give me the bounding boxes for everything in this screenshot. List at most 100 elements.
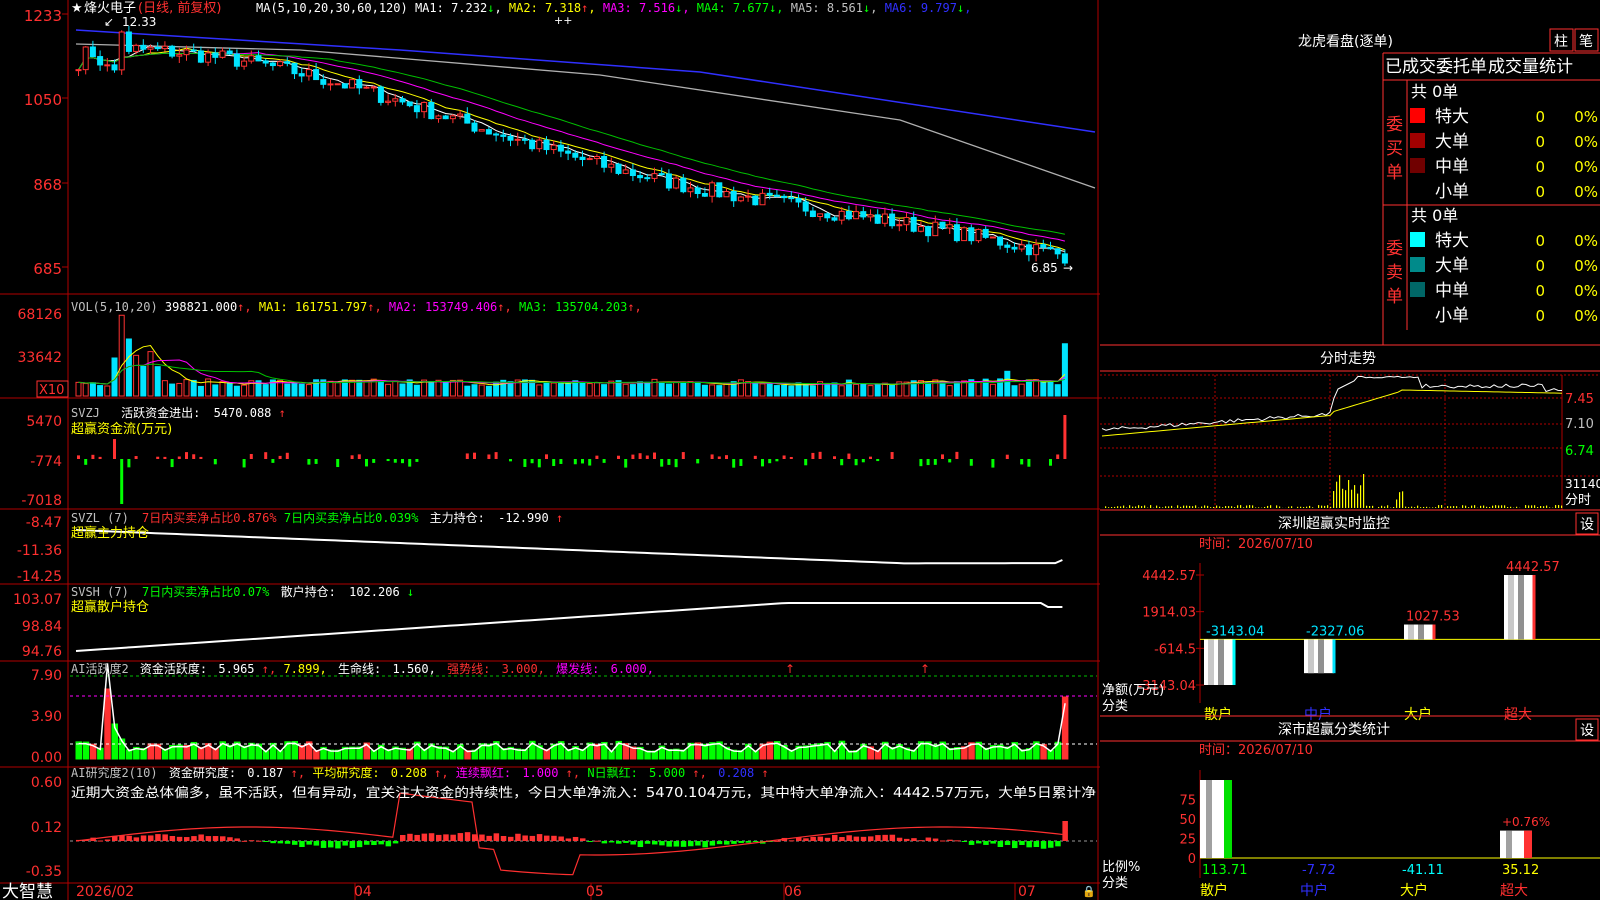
ai-activity-panel[interactable]: 7.90 3.90 0.00 AI活跃度2 资金活跃度: 5.965 ↑, 7.… [31, 661, 1097, 766]
ai-research-bar [752, 841, 759, 842]
sz-class-panel[interactable]: 深市超赢分类统计 设 时间：2026/07/10 75 50 25 0 113.71 散户… [1100, 718, 1600, 899]
intraday-volume-bar [1138, 505, 1140, 508]
side-panels[interactable]: 龙虎看盘(逐单) 柱 笔 已成交 委托单 成交量统计 委买单 委卖单 共 0单 … [1100, 0, 1600, 900]
tab-volume-stats[interactable]: 成交量统计 [1488, 57, 1573, 77]
chart-value-label: -2327.06 [1306, 624, 1364, 639]
svzj-bar [840, 459, 844, 466]
svzj-bar [926, 459, 930, 466]
order-swatch [1410, 282, 1425, 297]
intraday-volume-bar [1129, 505, 1131, 508]
intraday-volume-bar [1243, 507, 1245, 508]
xaxis-label-5: 07 [1018, 884, 1036, 900]
candle-body [169, 45, 176, 57]
price-ytick-4: 685 [33, 260, 62, 278]
intraday-volume-bar [1531, 505, 1533, 508]
main-chart-area[interactable]: 1233 1050 868 685 ★ 烽火电子 (日线, 前复权) MA(5,… [0, 0, 1100, 900]
chart-bar-shade [1518, 575, 1524, 640]
ai-research-bar [414, 834, 420, 841]
tab-traded[interactable]: 已成交 [1385, 57, 1436, 77]
order-count: 0 [1535, 183, 1545, 201]
svzj-label: 活跃资金进出: [121, 405, 200, 420]
ai-research-line [75, 792, 1063, 876]
candle-body [932, 221, 939, 237]
svzj-bar [192, 454, 196, 459]
candle-body [464, 113, 471, 124]
candle-body [874, 214, 881, 224]
lock-icon[interactable]: 🔒 [1082, 885, 1096, 898]
ma-legend-sep: , [588, 1, 595, 15]
intraday-volume-bar [1222, 507, 1224, 508]
svzl-panel[interactable]: -8.47 -11.36 -14.25 SVZL (7) 7日内买卖净占比0.8… [17, 510, 1063, 585]
ai-research-bar [558, 836, 564, 841]
ai-research-panel[interactable]: 0.60 0.12 -0.35 AI研究度2(10) 资金研究度: 0.187 … [26, 765, 1097, 880]
order-pct: 0% [1574, 108, 1598, 126]
volume-bar [478, 384, 485, 397]
sz-monitor-panel[interactable]: 深圳超赢实时监控 设 时间：2026/07/10 4442.571914.03-… [1100, 512, 1600, 723]
intraday-volume-bar [1426, 506, 1428, 508]
ai-research-bar [587, 841, 593, 843]
svzj-bar [876, 459, 880, 462]
aires-ytick-2: 0.12 [31, 820, 62, 836]
intraday-panel[interactable]: 分时走势 7.45 7.10 6.74 31140 分时 [1100, 344, 1600, 511]
chart-overlay-label: +0.76% [1502, 815, 1550, 829]
ma-legend-sep: , [776, 1, 783, 15]
volume-panel[interactable]: 68126 33642 X10 VOL(5,10,20) 398821.000↑… [17, 300, 1068, 398]
ai-research-bar [378, 841, 384, 845]
svzj-bar [674, 459, 678, 468]
svzj-bar [98, 456, 102, 459]
dragon-tiger-panel[interactable]: 龙虎看盘(逐单) 柱 笔 已成交 委托单 成交量统计 委买单 委卖单 共 0单 … [1298, 28, 1600, 345]
aiact-v1: 5.965 [218, 662, 254, 676]
svzj-bar [653, 452, 656, 459]
svzj-bar [393, 459, 397, 463]
svzj-bar [638, 453, 642, 459]
svzl-ytick-2: -11.36 [17, 543, 62, 559]
time-axis[interactable]: 大智慧 2026/02 04 05 06 07 🔒 [2, 882, 1096, 900]
intraday-volume-bar [1543, 506, 1545, 508]
aiact-t4: 爆发线: [556, 661, 599, 676]
chart-bar-shade [1218, 639, 1224, 685]
vertical-title-char: 单 [1386, 163, 1403, 183]
ai-research-bar [407, 833, 413, 841]
ai-research-bar [140, 835, 147, 841]
svzj-bar [955, 451, 959, 459]
intraday-volume-bar [1117, 506, 1119, 508]
intraday-volume-bar [1267, 505, 1269, 508]
candle-body [1004, 244, 1011, 248]
stock-mode: (日线, 前复权) [138, 0, 221, 16]
volume-bar [457, 379, 464, 397]
order-label: 特大 [1435, 107, 1469, 127]
volume-bar [233, 385, 240, 397]
price-panel[interactable]: 1233 1050 868 685 ★ 烽火电子 (日线, 前复权) MA(5,… [24, 0, 1096, 278]
dragon-title: 龙虎看盘(逐单) [1298, 33, 1393, 50]
intraday-volume-bar [1192, 506, 1194, 508]
order-count: 0 [1535, 282, 1545, 300]
candle-body [320, 79, 327, 85]
candle-body [968, 227, 975, 242]
candle-body [658, 173, 665, 176]
candle-body [485, 129, 492, 135]
svsh-panel[interactable]: 103.07 98.84 94.76 SVSH (7) 7日内买卖净占比0.07… [13, 584, 1063, 660]
volume-bar [709, 384, 716, 397]
tab-orders[interactable]: 委托单 [1436, 57, 1487, 77]
ai-activity-bar [104, 688, 111, 760]
intraday-volume-bar [1450, 506, 1452, 508]
chart-y-tick: 1914.03 [1142, 606, 1196, 621]
candle-body [399, 98, 406, 103]
aires-ytick-1: 0.60 [31, 775, 62, 791]
intraday-volume-bar [1249, 505, 1251, 508]
star-icon[interactable]: ★ [71, 1, 83, 16]
aires-v1: 0.187 [247, 766, 283, 780]
svzj-bar [602, 459, 606, 463]
buy-order-rows: 特大 0 0% 大单 0 0% 中单 0 0% 小单 0 0% [1410, 107, 1598, 202]
candle-body [975, 228, 982, 242]
volume-bar [485, 385, 492, 397]
svzj-bar [77, 455, 80, 459]
svzj-bar [177, 456, 181, 459]
chart-value-label: -41.11 [1402, 863, 1444, 878]
aires-arrow4: ↑, [692, 766, 706, 780]
svzj-panel[interactable]: 5470 -774 -7018 SVZJ 活跃资金进出: 5470.088 ↑ … [21, 405, 1067, 509]
low-price-marker: 6.85 [1031, 261, 1058, 275]
svzj-bar [509, 459, 512, 462]
volume-bar [622, 383, 629, 397]
ai-research-bar [932, 838, 939, 841]
